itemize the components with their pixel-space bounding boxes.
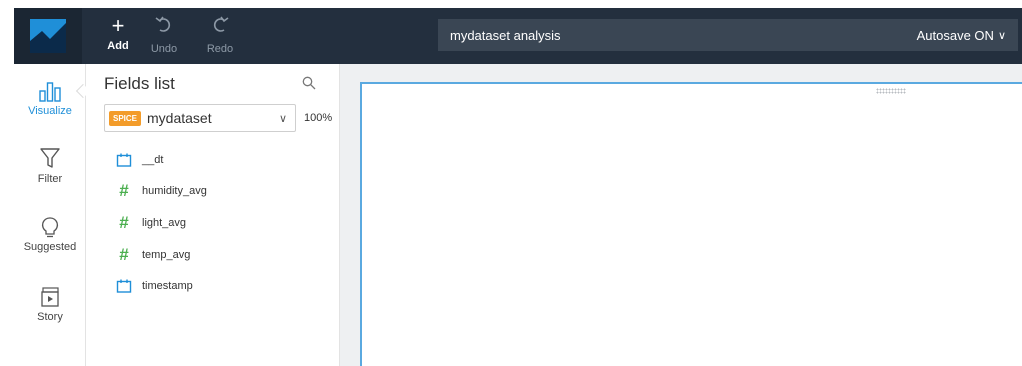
calendar-icon (116, 153, 132, 167)
field-name: humidity_avg (142, 185, 207, 197)
bar-chart-icon (39, 82, 61, 102)
plus-icon: + (111, 13, 125, 38)
field-item[interactable]: # temp_avg (116, 245, 190, 265)
undo-label: Undo (150, 43, 178, 55)
top-bar: + Add Undo Redo mydataset analysis Autos… (14, 8, 1022, 64)
autosave-label: Autosave ON (916, 27, 994, 43)
analysis-name-field[interactable]: mydataset analysis Autosave ON ∨ (438, 19, 1018, 51)
field-name: timestamp (142, 280, 193, 292)
autosave-dropdown[interactable]: Autosave ON ∨ (917, 28, 1006, 43)
redo-button[interactable]: Redo (196, 14, 244, 55)
field-item[interactable]: __dt (116, 150, 163, 170)
nav-item-suggested[interactable]: Suggested (14, 216, 86, 253)
search-button[interactable] (302, 76, 316, 95)
nav-label-suggested: Suggested (23, 241, 77, 253)
logo-icon (30, 19, 66, 53)
fields-title: Fields list (104, 74, 175, 93)
dataset-name: mydataset (147, 110, 212, 126)
field-item[interactable]: # humidity_avg (116, 181, 207, 201)
field-name: light_avg (142, 217, 187, 229)
add-label: Add (107, 40, 129, 52)
nav-label-visualize: Visualize (28, 105, 72, 117)
hash-icon: # (119, 245, 129, 264)
analysis-title[interactable]: mydataset analysis (450, 28, 561, 43)
nav-item-visualize[interactable]: Visualize (14, 80, 86, 117)
lightbulb-icon (42, 217, 58, 238)
hash-icon: # (119, 213, 129, 232)
nav-label-filter: Filter (37, 173, 63, 185)
chevron-down-icon: ∨ (278, 112, 287, 125)
undo-button[interactable]: Undo (140, 14, 188, 55)
hash-icon: # (119, 181, 129, 200)
add-button[interactable]: + Add (94, 13, 142, 53)
left-nav: Visualize Filter Suggested Story (14, 64, 91, 366)
empty-visual[interactable] (360, 82, 1022, 366)
field-item[interactable]: # light_avg (116, 213, 186, 233)
nav-item-filter[interactable]: Filter (14, 146, 86, 185)
undo-icon (140, 14, 188, 41)
fields-panel: Fields list SPICE mydataset ∨ 100% __dt … (86, 64, 340, 366)
chevron-down-icon: ∨ (997, 29, 1006, 42)
spice-usage: 100% (304, 112, 333, 124)
nav-item-story[interactable]: Story (14, 286, 86, 323)
redo-icon (196, 14, 244, 41)
field-name: temp_avg (142, 249, 191, 261)
nav-label-story: Story (37, 311, 63, 323)
search-icon (302, 76, 316, 90)
drag-handle[interactable] (876, 88, 906, 94)
calendar-icon (116, 279, 132, 293)
field-item[interactable]: timestamp (116, 276, 193, 296)
field-name: __dt (142, 154, 164, 166)
spice-badge: SPICE (109, 110, 142, 126)
redo-label: Redo (206, 43, 234, 55)
dataset-select[interactable]: SPICE mydataset ∨ (104, 104, 296, 132)
story-icon (41, 287, 59, 307)
app-logo[interactable] (14, 8, 82, 64)
funnel-icon (40, 148, 60, 168)
